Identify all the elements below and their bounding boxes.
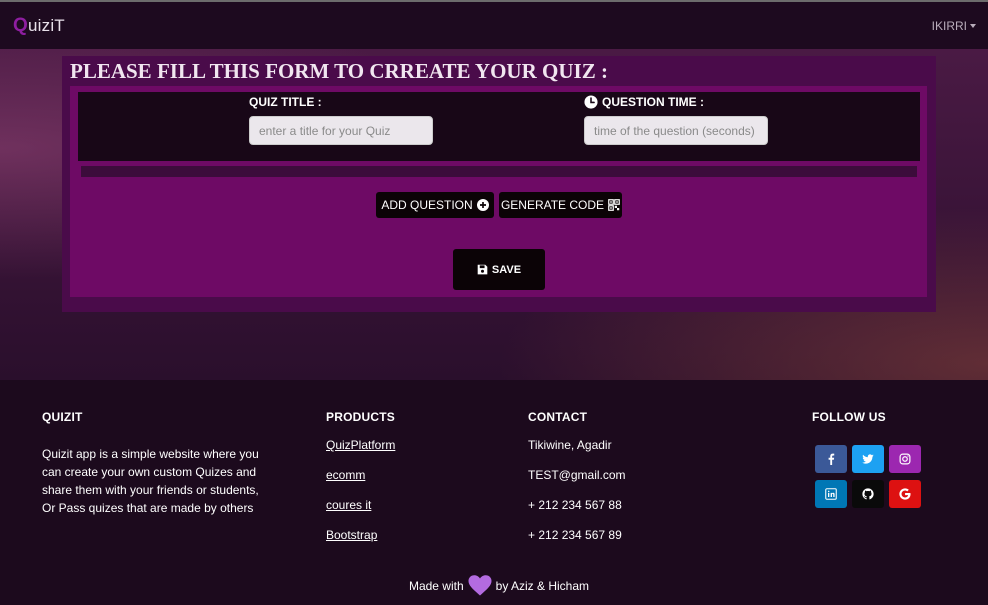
heart-icon [468,575,492,596]
navbar: QuiziT IKIRRI [0,2,988,49]
footer-follow-heading: FOLLOW US [812,410,886,424]
footer-products-heading: PRODUCTS [326,410,395,424]
product-link-bootstrap[interactable]: Bootstrap [326,528,377,542]
footer-contact: CONTACT Tikiwine, Agadir TEST@gmail.com … [528,410,626,558]
footer-products: PRODUCTS QuizPlatform ecomm coures it Bo… [326,410,395,558]
question-time-label-text: QUESTION TIME : [602,95,704,109]
facebook-icon[interactable] [815,445,847,473]
hero-section: PLEASE FILL THIS FORM TO CRREATE YOUR QU… [0,49,988,380]
quiz-title-label: QUIZ TITLE : [249,95,322,109]
user-name: IKIRRI [931,18,967,33]
generate-code-button[interactable]: GENERATE CODE [499,192,622,218]
contact-phone-2: + 212 234 567 89 [528,528,622,542]
quiz-title-label-text: QUIZ TITLE : [249,95,322,109]
github-icon[interactable] [852,480,884,508]
quiz-form: QUIZ TITLE : QUESTION TIME : ADD QUESTIO… [70,86,927,297]
add-question-label: ADD QUESTION [381,198,473,212]
add-question-button[interactable]: ADD QUESTION [376,192,494,218]
made-by-text: by Aziz & Hicham [495,578,590,593]
quiz-form-panel: PLEASE FILL THIS FORM TO CRREATE YOUR QU… [62,56,936,312]
qrcode-icon [608,199,620,211]
generate-code-label: GENERATE CODE [500,198,605,212]
question-time-input[interactable] [584,116,768,145]
save-button[interactable]: SAVE [453,249,545,290]
brand-logo[interactable]: QuiziT [13,15,65,37]
made-with-text: Made with [408,578,464,593]
question-time-label: QUESTION TIME : [584,95,704,109]
twitter-icon[interactable] [852,445,884,473]
footer-credits: Made with by Aziz & Hicham [0,575,988,596]
user-menu[interactable]: IKIRRI [932,19,976,33]
clock-icon [584,95,598,109]
save-icon [477,264,488,275]
google-icon[interactable] [889,480,921,508]
brand-logo-rest: uiziT [27,15,65,35]
plus-circle-icon [476,199,489,211]
footer-about-text: Quizit app is a simple website where you… [42,447,259,515]
products-list: QuizPlatform ecomm coures it Bootstrap [326,438,395,558]
footer-follow: FOLLOW US [812,410,886,424]
linkedin-icon[interactable] [815,480,847,508]
product-link-ecomm[interactable]: ecomm [326,468,365,482]
brand-logo-initial: Q [13,14,28,36]
footer-contact-heading: CONTACT [528,410,588,424]
footer-about-heading: QUIZIT [42,410,83,424]
save-label: SAVE [491,263,522,276]
contact-email: TEST@gmail.com [528,468,626,482]
contact-list: Tikiwine, Agadir TEST@gmail.com + 212 23… [528,438,626,558]
footer-about: QUIZIT Quizit app is a simple website wh… [42,410,272,517]
instagram-icon[interactable] [889,445,921,473]
contact-address: Tikiwine, Agadir [528,438,612,452]
questions-container [81,166,917,177]
footer: QUIZIT Quizit app is a simple website wh… [0,380,988,605]
quiz-title-input[interactable] [249,116,433,145]
product-link-coures-it[interactable]: coures it [326,498,371,512]
product-link-quizplatform[interactable]: QuizPlatform [326,438,395,452]
contact-phone-1: + 212 234 567 88 [528,498,622,512]
chevron-down-icon [970,24,976,28]
form-title: PLEASE FILL THIS FORM TO CRREATE YOUR QU… [70,59,608,83]
quiz-settings-row: QUIZ TITLE : QUESTION TIME : [78,92,920,161]
